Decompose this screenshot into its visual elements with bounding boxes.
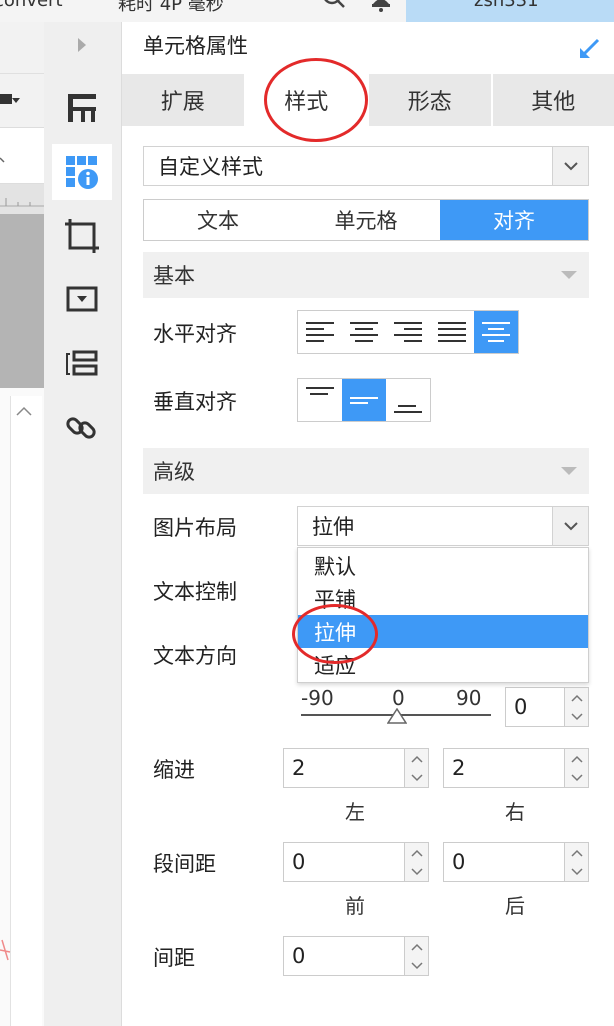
subtab-align[interactable]: 对齐 bbox=[440, 200, 588, 240]
layout-icon[interactable] bbox=[52, 80, 112, 136]
indent-right-caption: 右 bbox=[505, 800, 525, 824]
image-layout-label: 图片布局 bbox=[153, 516, 237, 540]
timing-text: 耗时 4P 毫秒 bbox=[118, 0, 224, 15]
spacing-stepper[interactable] bbox=[405, 936, 429, 976]
search-icon[interactable] bbox=[322, 0, 348, 13]
widget-icon[interactable] bbox=[52, 272, 112, 328]
user-badge[interactable]: zsh331 bbox=[406, 0, 614, 22]
option-label: 默认 bbox=[314, 554, 356, 579]
align-left-button[interactable] bbox=[298, 311, 342, 353]
indent-left-value: 2 bbox=[292, 756, 306, 780]
align-distributed-button[interactable] bbox=[474, 311, 518, 353]
scroll-up-icon[interactable] bbox=[15, 402, 33, 421]
collapse-triangle-icon bbox=[561, 467, 577, 475]
annotation-circle-stretch-option bbox=[292, 604, 378, 664]
indent-label: 缩进 bbox=[153, 758, 195, 782]
bell-icon[interactable] bbox=[370, 0, 392, 16]
style-select-value: 自定义样式 bbox=[158, 155, 263, 179]
valign-top-button[interactable] bbox=[298, 379, 342, 421]
spacing-after-caption: 后 bbox=[505, 894, 525, 918]
align-justify-button[interactable] bbox=[430, 311, 474, 353]
style-subtabs: 文本 单元格 对齐 bbox=[143, 199, 589, 241]
canvas-column bbox=[10, 396, 42, 1026]
rotation-min-label: -90 bbox=[301, 686, 334, 710]
tab-other-label: 其他 bbox=[531, 90, 576, 115]
indent-right-stepper[interactable] bbox=[565, 748, 589, 788]
annotation-circle-style-tab bbox=[264, 58, 368, 142]
tab-form-label: 形态 bbox=[407, 90, 452, 115]
border-icon[interactable] bbox=[52, 208, 112, 264]
chevron-down-icon[interactable] bbox=[0, 150, 10, 169]
tab-form[interactable]: 形态 bbox=[369, 74, 493, 126]
spacing-before-value: 0 bbox=[292, 850, 306, 874]
subtab-text[interactable]: 文本 bbox=[144, 200, 292, 240]
hyperlink-icon[interactable] bbox=[52, 400, 112, 456]
image-layout-value: 拉伸 bbox=[312, 515, 354, 539]
collapse-arrow-icon[interactable] bbox=[76, 36, 88, 58]
system-title-bar: convert 耗时 4P 毫秒 zsh331 bbox=[0, 0, 614, 22]
user-name: zsh331 bbox=[474, 0, 539, 11]
section-basic[interactable]: 基本 bbox=[143, 252, 589, 298]
section-advanced-title: 高级 bbox=[153, 460, 195, 484]
spacing-value: 0 bbox=[292, 944, 306, 968]
section-advanced[interactable]: 高级 bbox=[143, 448, 589, 494]
indent-right-input[interactable]: 2 bbox=[443, 748, 565, 788]
indent-left-stepper[interactable] bbox=[405, 748, 429, 788]
subtab-cell[interactable]: 单元格 bbox=[292, 200, 440, 240]
rotation-input[interactable]: 0 bbox=[505, 687, 565, 727]
indent-left-input[interactable]: 2 bbox=[283, 748, 405, 788]
rotation-max-label: 90 bbox=[456, 686, 482, 710]
rotation-slider-handle[interactable] bbox=[386, 707, 408, 728]
align-right-button[interactable] bbox=[386, 311, 430, 353]
valign-middle-button[interactable] bbox=[342, 379, 386, 421]
spacing-before-input[interactable]: 0 bbox=[283, 842, 405, 882]
spacing-after-value: 0 bbox=[452, 850, 466, 874]
spacing-label: 间距 bbox=[153, 946, 195, 970]
spacing-before-caption: 前 bbox=[345, 894, 365, 918]
spacing-after-input[interactable]: 0 bbox=[443, 842, 565, 882]
collapse-triangle-icon bbox=[561, 271, 577, 279]
spacing-after-stepper[interactable] bbox=[565, 842, 589, 882]
valign-bottom-button[interactable] bbox=[386, 379, 430, 421]
spacing-before-stepper[interactable] bbox=[405, 842, 429, 882]
rotation-mid-label: 0 bbox=[392, 686, 405, 710]
canvas-toolbar bbox=[0, 74, 44, 128]
style-select[interactable]: 自定义样式 bbox=[143, 146, 589, 186]
indent-right-value: 2 bbox=[452, 756, 466, 780]
tab-other[interactable]: 其他 bbox=[493, 74, 614, 126]
red-mark bbox=[0, 930, 12, 974]
expand-panel-icon[interactable] bbox=[578, 36, 602, 64]
horizontal-align-label: 水平对齐 bbox=[153, 322, 237, 346]
text-control-label: 文本控制 bbox=[153, 580, 237, 604]
indent-left-caption: 左 bbox=[345, 800, 365, 824]
image-layout-select[interactable]: 拉伸 bbox=[297, 506, 589, 546]
text-direction-label: 文本方向 bbox=[153, 644, 237, 668]
property-tabs: 扩展 样式 形态 其他 bbox=[122, 74, 614, 126]
canvas-toolbar-2 bbox=[0, 128, 44, 184]
paragraph-spacing-label: 段间距 bbox=[153, 852, 216, 876]
chevron-down-icon bbox=[552, 147, 588, 185]
fill-color-icon[interactable] bbox=[0, 92, 22, 114]
canvas-area[interactable] bbox=[0, 214, 44, 388]
panel-title: 单元格属性 bbox=[143, 34, 248, 58]
tab-expand[interactable]: 扩展 bbox=[122, 74, 246, 126]
horizontal-align-group bbox=[297, 310, 519, 354]
title-left-text: convert bbox=[0, 0, 63, 11]
rotation-value: 0 bbox=[514, 695, 528, 719]
align-center-button[interactable] bbox=[342, 311, 386, 353]
vertical-align-group bbox=[297, 378, 431, 422]
vertical-align-label: 垂直对齐 bbox=[153, 390, 237, 414]
chevron-down-icon bbox=[552, 507, 588, 545]
spacing-input[interactable]: 0 bbox=[283, 936, 405, 976]
cell-properties-icon[interactable] bbox=[52, 144, 112, 200]
tab-expand-label: 扩展 bbox=[160, 90, 205, 115]
section-basic-title: 基本 bbox=[153, 264, 195, 288]
condition-icon[interactable] bbox=[52, 336, 112, 392]
canvas-header bbox=[0, 22, 44, 74]
dropdown-option-default[interactable]: 默认 bbox=[298, 549, 588, 582]
canvas-ruler bbox=[0, 184, 44, 214]
rotation-stepper[interactable] bbox=[565, 687, 589, 727]
